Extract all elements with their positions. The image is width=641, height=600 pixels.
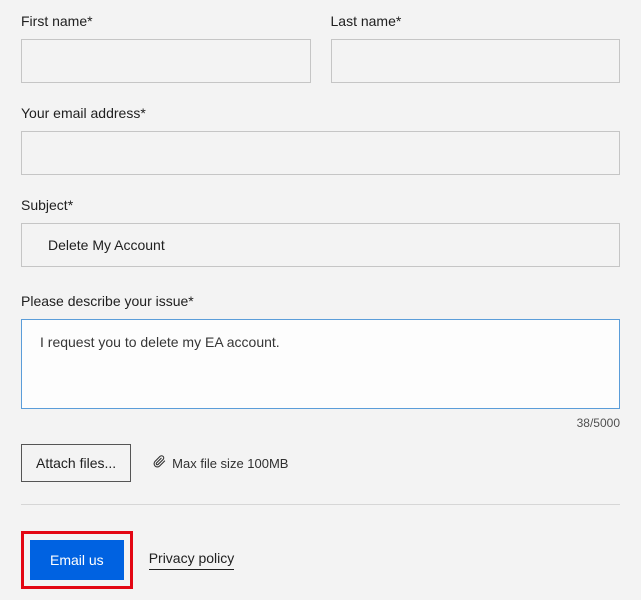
subject-input[interactable]	[21, 223, 620, 267]
email-label: Your email address*	[21, 105, 620, 121]
privacy-policy-link[interactable]: Privacy policy	[149, 550, 235, 570]
last-name-label: Last name*	[331, 13, 621, 29]
subject-label: Subject*	[21, 197, 620, 213]
paperclip-icon	[153, 455, 166, 471]
description-label: Please describe your issue*	[21, 293, 620, 309]
last-name-input[interactable]	[331, 39, 621, 83]
email-us-button[interactable]: Email us	[30, 540, 124, 580]
first-name-label: First name*	[21, 13, 311, 29]
attach-files-button[interactable]: Attach files...	[21, 444, 131, 482]
first-name-input[interactable]	[21, 39, 311, 83]
description-textarea[interactable]	[21, 319, 620, 409]
divider	[21, 504, 620, 505]
email-input[interactable]	[21, 131, 620, 175]
char-counter: 38/5000	[21, 416, 620, 430]
max-file-note: Max file size 100MB	[172, 456, 288, 471]
highlight-frame: Email us	[21, 531, 133, 589]
